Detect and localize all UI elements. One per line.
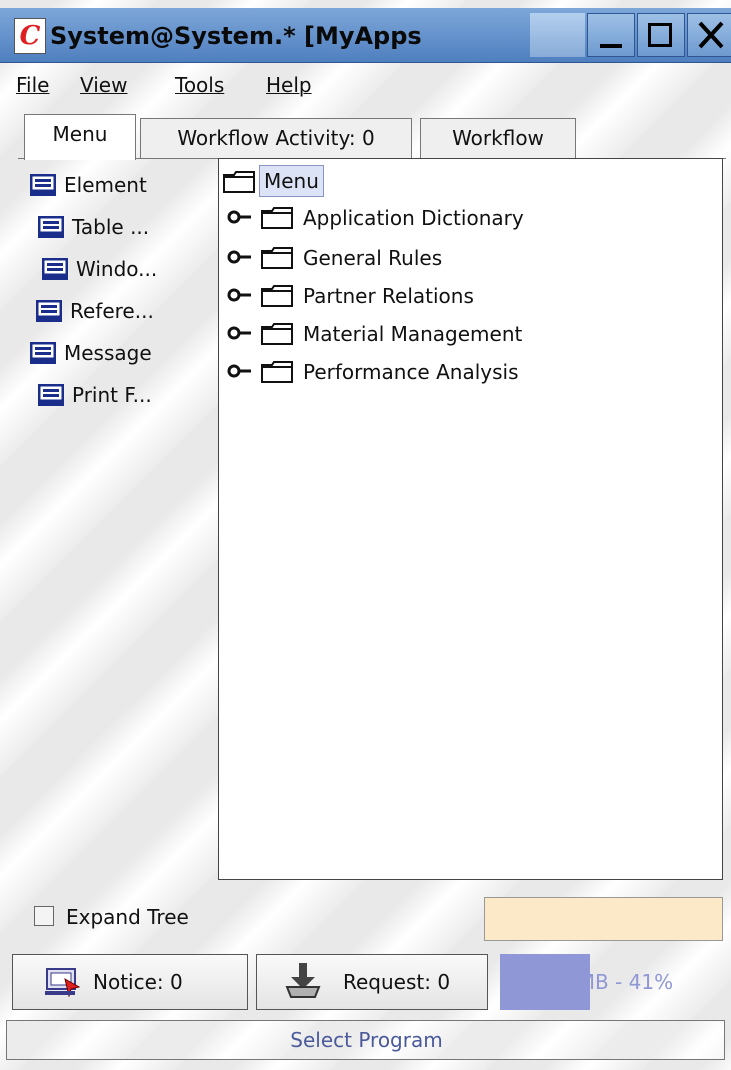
expand-handle-icon[interactable] — [227, 287, 253, 303]
maximize-icon — [648, 23, 672, 47]
menu-help[interactable]: Help — [266, 72, 312, 98]
folder-icon — [261, 323, 293, 345]
monitor-icon — [30, 174, 56, 196]
status-bar: Select Program — [6, 1020, 725, 1060]
minimize-button[interactable] — [587, 13, 635, 57]
expand-handle-icon[interactable] — [227, 363, 253, 379]
expand-tree-checkbox[interactable] — [34, 906, 54, 926]
folder-icon — [261, 361, 293, 383]
tab-workflow-activity[interactable]: Workflow Activity: 0 — [140, 118, 412, 158]
menu-file[interactable]: File — [16, 72, 49, 98]
expand-handle-icon[interactable] — [227, 249, 253, 265]
tree-node-label: Application Dictionary — [303, 206, 524, 230]
memory-indicator[interactable]: 32 MB - 41% — [500, 954, 719, 1010]
tree-node-label: Material Management — [303, 322, 523, 346]
folder-icon — [261, 285, 293, 307]
monitor-icon — [38, 216, 64, 238]
tab-workflow[interactable]: Workflow — [420, 118, 576, 158]
menu-tree[interactable]: Menu Application Dictionary General Rule… — [218, 158, 723, 880]
folder-icon — [261, 207, 293, 229]
shortcut-label: Table ... — [72, 215, 150, 239]
app-logo-icon: C — [14, 18, 46, 54]
notice-button[interactable]: Notice: 0 — [12, 954, 248, 1010]
notice-icon — [45, 968, 81, 997]
folder-icon — [223, 171, 255, 193]
title-bar[interactable]: C System@System.* [MyApps — [0, 8, 731, 63]
tree-node[interactable]: Partner Relations — [219, 279, 699, 313]
request-icon — [285, 963, 321, 998]
shortcut-label: Element — [64, 173, 147, 197]
request-button[interactable]: Request: 0 — [256, 954, 488, 1010]
tree-root-label[interactable]: Menu — [259, 165, 324, 197]
expand-handle-icon[interactable] — [227, 209, 253, 225]
window-title: System@System.* [MyApps — [50, 22, 422, 50]
title-bar-filler — [530, 13, 585, 57]
menu-view[interactable]: View — [80, 72, 127, 98]
monitor-icon — [36, 300, 62, 322]
app-window: C System@System.* [MyApps File View Tool… — [0, 0, 731, 1070]
shortcut-label: Print F... — [72, 383, 152, 407]
shortcut-label: Windo... — [76, 257, 158, 281]
tree-node-label: Performance Analysis — [303, 360, 519, 384]
expand-tree-label: Expand Tree — [66, 905, 189, 929]
tree-node[interactable]: Application Dictionary — [219, 201, 699, 235]
minimize-icon — [600, 44, 622, 48]
monitor-icon — [38, 384, 64, 406]
shortcut-label: Refere... — [70, 299, 154, 323]
request-label: Request: 0 — [343, 970, 451, 994]
memory-label: 32 MB - 41% — [545, 970, 674, 994]
status-text: Select Program — [290, 1028, 443, 1052]
menu-tools[interactable]: Tools — [175, 72, 224, 98]
tree-node[interactable]: General Rules — [219, 241, 699, 275]
shortcut-label: Message — [64, 341, 152, 365]
tree-node[interactable]: Performance Analysis — [219, 355, 699, 389]
expand-handle-icon[interactable] — [227, 325, 253, 341]
search-input[interactable] — [484, 897, 723, 941]
tab-menu[interactable]: Menu — [24, 114, 136, 160]
shortcut-bar: Element Table ... Windo... Refere... Mes… — [18, 160, 214, 886]
folder-icon — [261, 247, 293, 269]
tree-node[interactable]: Material Management — [219, 317, 699, 351]
notice-label: Notice: 0 — [93, 970, 183, 994]
tree-node-label: General Rules — [303, 246, 443, 270]
monitor-icon — [30, 342, 56, 364]
tree-node-label: Partner Relations — [303, 284, 474, 308]
monitor-icon — [42, 258, 68, 280]
close-button[interactable] — [687, 13, 731, 57]
maximize-button[interactable] — [637, 13, 685, 57]
close-icon — [698, 21, 724, 49]
menu-bar: File View Tools Help — [0, 64, 731, 104]
